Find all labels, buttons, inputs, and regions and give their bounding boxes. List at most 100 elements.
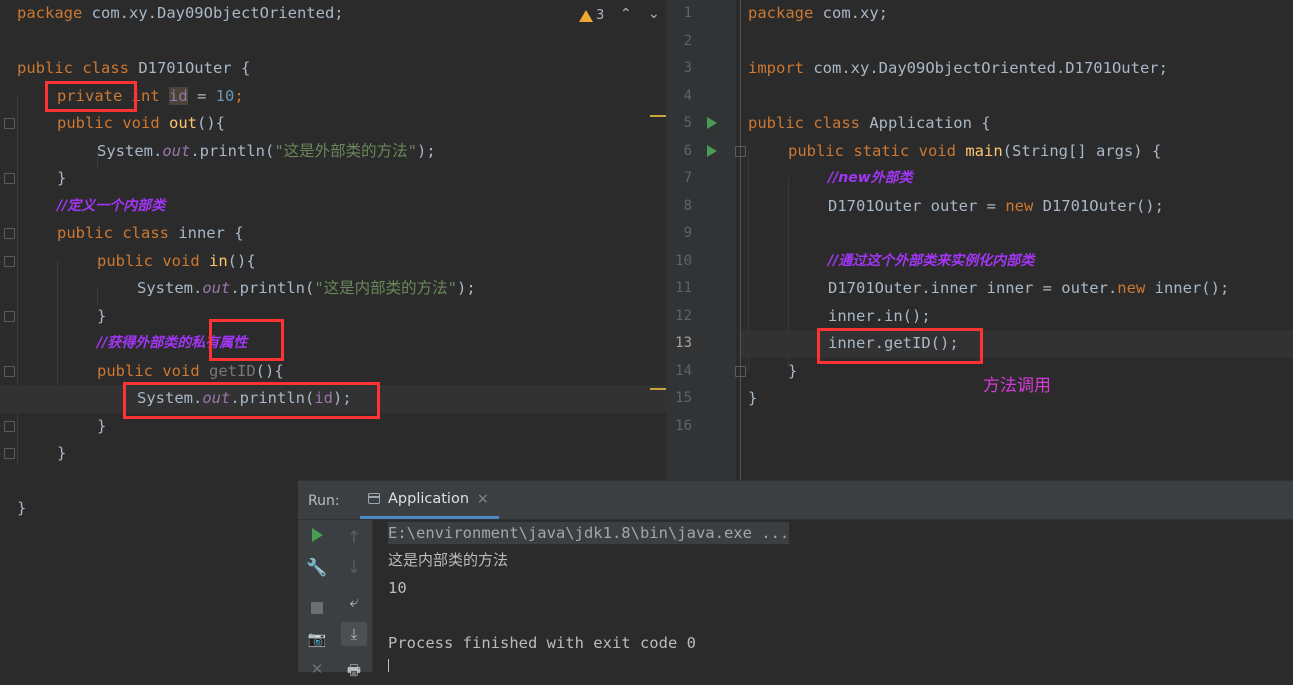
- keyword: public class: [57, 224, 169, 242]
- warning-icon: [579, 9, 593, 22]
- code-text: System.: [97, 141, 163, 160]
- code-comment: //定义一个内部类: [57, 197, 166, 214]
- code-text: Application {: [859, 114, 991, 132]
- code-line[interactable]: public class Application {: [668, 110, 1293, 138]
- code-line[interactable]: D1701Outer outer = new D1701Outer();: [668, 193, 1293, 221]
- console-icon: [368, 493, 380, 504]
- camera-icon[interactable]: 📷: [298, 630, 336, 648]
- code-line[interactable]: package com.xy;: [668, 0, 1293, 28]
- tab-application[interactable]: Application ×: [360, 481, 499, 519]
- run-panel[interactable]: Run: Application × 🔧 📷 ✕ ↑ ↓ ⤶ ⤓ 🖶 E:\en…: [298, 480, 1293, 679]
- rerun-icon[interactable]: [298, 528, 336, 546]
- soft-wrap-icon[interactable]: ⤶: [336, 592, 372, 612]
- method-name: in: [209, 251, 228, 270]
- code-text: }: [748, 389, 758, 407]
- code-text: D1701Outer();: [1033, 196, 1164, 215]
- scroll-to-end-icon[interactable]: ⤓: [336, 622, 372, 646]
- code-text: }: [97, 416, 107, 435]
- console-command-line: E:\environment\java\jdk1.8\bin\java.exe …: [388, 522, 790, 544]
- code-text: }: [57, 444, 67, 462]
- stop-icon[interactable]: [298, 600, 336, 618]
- scroll-marker[interactable]: [650, 115, 666, 117]
- chevron-down-icon[interactable]: ⌄: [648, 6, 660, 22]
- code-line[interactable]: D1701Outer.inner inner = outer.new inner…: [668, 275, 1293, 303]
- warnings-indicator[interactable]: 3: [579, 8, 604, 23]
- method-name: getID: [209, 361, 256, 380]
- console-caret: [388, 659, 389, 672]
- up-arrow-icon[interactable]: ↑: [336, 528, 372, 548]
- code-text: System.: [137, 279, 203, 297]
- code-line[interactable]: //new外部类: [668, 165, 1293, 193]
- highlight-box-private: [45, 81, 137, 112]
- chevron-up-icon[interactable]: ⌃: [620, 6, 632, 22]
- code-comment: //通过这个外部类来实例化内部类: [828, 252, 1035, 269]
- code-line[interactable]: public void out(){: [0, 110, 666, 138]
- code-line[interactable]: System.out.println("这是外部类的方法");: [0, 138, 666, 166]
- code-text: (){: [255, 361, 284, 380]
- tab-label: Application: [388, 490, 470, 507]
- code-line[interactable]: public void getID(){: [0, 358, 666, 386]
- keyword: public void: [97, 361, 200, 380]
- code-text: D1701Outer.inner inner = outer.: [828, 279, 1118, 297]
- code-text: );: [417, 141, 436, 160]
- code-line[interactable]: public class inner {: [0, 220, 666, 248]
- close-icon[interactable]: ✕: [298, 660, 336, 678]
- print-icon[interactable]: 🖶: [336, 660, 372, 685]
- code-text: com.xy.Day09ObjectOriented;: [82, 4, 344, 22]
- code-text: }: [788, 361, 798, 380]
- code-line[interactable]: public class D1701Outer {: [0, 55, 666, 83]
- field-name: id: [169, 86, 188, 105]
- code-text: D1701Outer outer =: [828, 196, 1006, 215]
- line-number: 9: [683, 225, 692, 241]
- code-text: D1701Outer {: [128, 59, 251, 77]
- code-line[interactable]: //通过这个外部类来实例化内部类: [668, 248, 1293, 276]
- code-text: inner {: [168, 224, 244, 242]
- scroll-marker[interactable]: [650, 388, 666, 390]
- code-line[interactable]: public static void main(String[] args) {: [668, 138, 1293, 166]
- line-number: 2: [683, 32, 692, 49]
- code-line[interactable]: }: [0, 303, 666, 331]
- code-line[interactable]: }: [0, 440, 666, 468]
- code-line[interactable]: //定义一个内部类: [0, 193, 666, 221]
- warning-count: 3: [596, 8, 605, 23]
- code-line[interactable]: public void in(){: [0, 248, 666, 276]
- wrench-icon[interactable]: 🔧: [298, 558, 336, 578]
- close-icon[interactable]: ×: [477, 491, 489, 507]
- keyword: import: [748, 59, 804, 77]
- code-text: inner.in();: [828, 306, 931, 325]
- line-number: 4: [683, 87, 692, 104]
- number-literal: 10: [215, 86, 235, 105]
- highlight-box-private-attr: [209, 319, 284, 361]
- code-line[interactable]: System.out.println("这是内部类的方法");: [0, 275, 666, 303]
- down-arrow-icon[interactable]: ↓: [336, 558, 372, 578]
- line-number: 16: [675, 417, 692, 434]
- keyword: new: [1117, 279, 1146, 297]
- method-name: main: [965, 141, 1003, 160]
- keyword: public static void: [788, 141, 956, 160]
- code-text: }: [97, 306, 107, 325]
- console-output-line: 10: [388, 579, 407, 597]
- code-line[interactable]: import com.xy.Day09ObjectOriented.D1701O…: [668, 55, 1293, 83]
- code-text: (){: [197, 114, 225, 132]
- keyword: package: [17, 4, 83, 22]
- console-output-line: 这是内部类的方法: [388, 551, 509, 569]
- code-line[interactable]: }: [668, 385, 1293, 413]
- code-line[interactable]: package com.xy.Day09ObjectOriented;: [0, 0, 666, 28]
- method-name: out: [169, 114, 197, 132]
- code-line[interactable]: //获得外部类的私有属性: [0, 330, 666, 358]
- code-text: com.xy;: [813, 4, 888, 22]
- annotation-label: 方法调用: [983, 376, 1051, 396]
- keyword: public class: [17, 59, 129, 77]
- keyword: public void: [57, 114, 160, 132]
- code-text: }: [17, 499, 27, 517]
- keyword: public class: [748, 114, 860, 132]
- code-line[interactable]: inner.in();: [668, 303, 1293, 331]
- field-name: out: [162, 141, 191, 160]
- string-literal: "这是外部类的方法": [274, 141, 417, 160]
- code-text: .println(: [190, 141, 275, 160]
- keyword: new: [1005, 196, 1034, 215]
- right-editor[interactable]: 1 2 3 4 5 6 7 8 9 10 11 12 13 14 15 16 p…: [668, 0, 1293, 480]
- code-line[interactable]: }: [0, 165, 666, 193]
- run-toolbar-secondary: ↑ ↓ ⤶ ⤓ 🖶: [336, 520, 373, 679]
- code-text: =: [187, 86, 216, 105]
